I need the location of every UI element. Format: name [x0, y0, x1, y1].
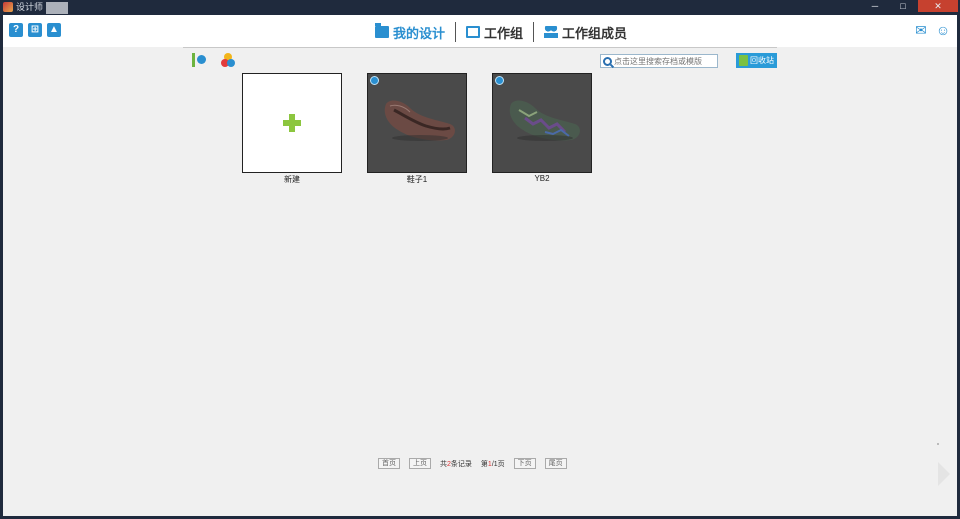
next-page-button[interactable]: 下页: [513, 458, 536, 469]
tab-label: 工作组: [484, 25, 524, 41]
globe-icon[interactable]: [495, 76, 504, 85]
design-tile[interactable]: YB2: [492, 73, 592, 183]
globe-icon[interactable]: [370, 76, 379, 85]
design-thumbnail[interactable]: [492, 73, 592, 173]
plus-icon: [283, 114, 301, 132]
shoe-thumbnail: [384, 100, 455, 141]
nav-divider: [183, 47, 777, 48]
cart-icon[interactable]: ⊞: [28, 23, 42, 37]
page-indicator: 第1/1页: [480, 460, 505, 468]
search-icon[interactable]: [603, 56, 612, 66]
tab-label: 工作组成员: [562, 25, 628, 41]
tab-label: 我的设计: [393, 25, 446, 41]
prev-page-button[interactable]: 上页: [409, 458, 431, 469]
close-button[interactable]: ✕: [918, 0, 958, 12]
tile-label: YB2: [534, 174, 550, 183]
app-icon: [3, 2, 13, 12]
design-thumbnail[interactable]: [367, 73, 467, 173]
shoe-thumbnail: [509, 100, 580, 141]
title-tab: [46, 2, 68, 14]
recycle-bin-button[interactable]: 回收站: [736, 53, 777, 68]
material-library-icon[interactable]: [192, 53, 206, 67]
window-title: 设计师: [16, 2, 44, 12]
title-bar: 设计师 ─ □ ✕: [0, 0, 960, 15]
user-settings-icon[interactable]: ☺: [935, 23, 951, 37]
tab-workgroup-members[interactable]: 工作组成员: [534, 23, 637, 42]
help-icon[interactable]: ?: [9, 23, 23, 37]
color-palette-icon[interactable]: [220, 53, 236, 69]
top-bar: ? ⊞ ▲ 我的设计 工作组 工作组成员 ✉ ☺: [3, 15, 957, 47]
decorative-dot: [937, 443, 939, 445]
window-frame-left: [0, 15, 3, 519]
search-box[interactable]: [600, 54, 718, 68]
pagination: 首页 上页 共2条记录 第1/1页 下页 尾页: [378, 458, 567, 469]
scroll-right-arrow[interactable]: [938, 462, 950, 486]
main-nav: 我的设计 工作组 工作组成员: [365, 21, 637, 43]
recycle-bin-label: 回收站: [750, 56, 774, 65]
tab-workgroup[interactable]: 工作组: [456, 23, 533, 42]
mail-icon[interactable]: ✉: [913, 23, 929, 37]
last-page-button[interactable]: 尾页: [544, 458, 567, 469]
record-count: 共2条记录: [440, 460, 472, 468]
members-icon: [544, 26, 559, 38]
design-tile[interactable]: 鞋子1: [367, 73, 467, 184]
folder-icon: [375, 23, 389, 38]
search-input[interactable]: [614, 56, 714, 66]
minimize-button[interactable]: ─: [862, 0, 888, 12]
new-design-box[interactable]: [242, 73, 342, 173]
first-page-button[interactable]: 首页: [378, 458, 400, 469]
user-upload-icon[interactable]: ▲: [47, 23, 61, 37]
tile-label: 新建: [284, 175, 300, 184]
maximize-button[interactable]: □: [890, 0, 916, 12]
group-icon: [466, 26, 481, 38]
tab-my-designs[interactable]: 我的设计: [365, 23, 455, 42]
tile-label: 鞋子1: [406, 175, 428, 184]
new-design-tile[interactable]: 新建: [242, 73, 342, 184]
recycle-bin-icon: [739, 55, 748, 66]
